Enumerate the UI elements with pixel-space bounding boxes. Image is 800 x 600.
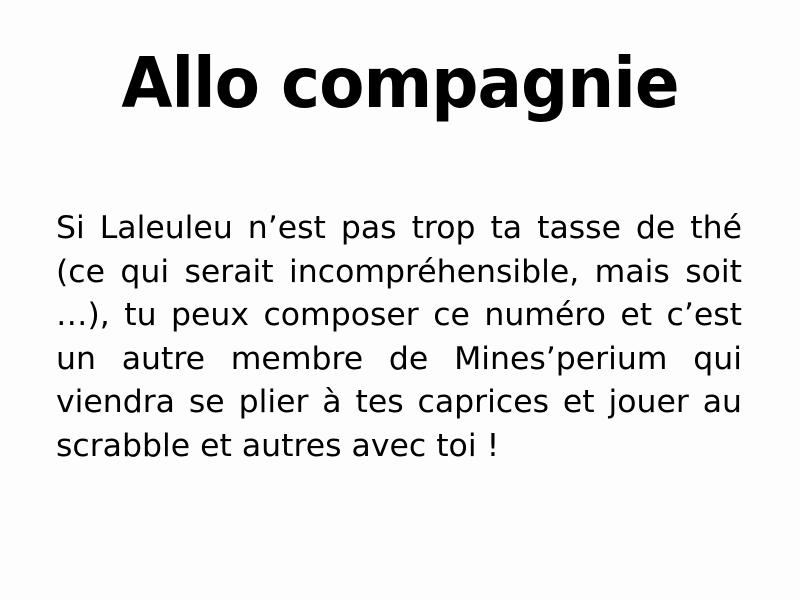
- slide-body-text: Si Laleuleu n’est pas trop ta tasse de t…: [56, 210, 742, 464]
- slide-title: Allo compagnie: [121, 43, 679, 124]
- slide: Allo compagnie Si Laleuleu n’est pas tro…: [0, 0, 800, 600]
